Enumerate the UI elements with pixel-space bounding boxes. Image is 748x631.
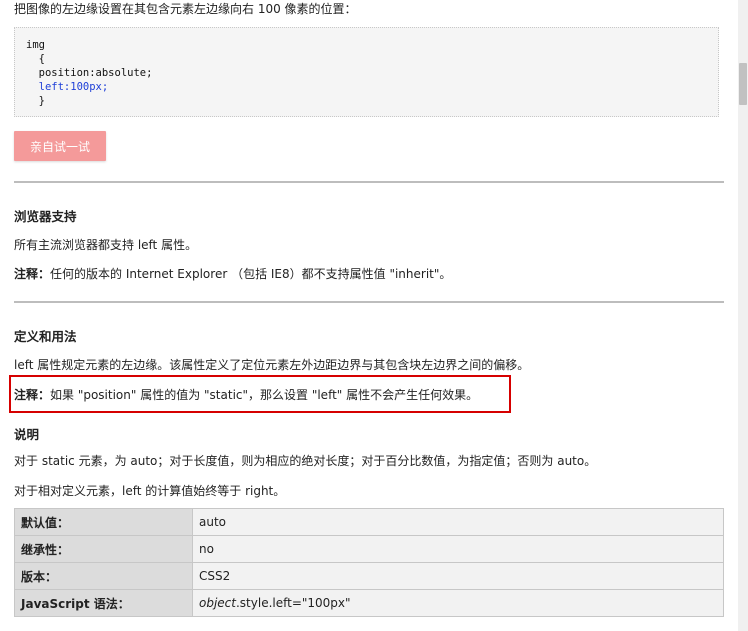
table-key: 继承性： [14,535,193,563]
note-label: 注释： [14,388,51,402]
code-line: img [26,39,45,51]
property-table: 默认值： auto 继承性： no 版本： CSS2 JavaScript 语法… [14,508,724,617]
table-key: 默认值： [14,508,193,536]
code-line: { [26,53,45,65]
code-example: img { position:absolute; left:100px; } [14,27,719,117]
intro-text: 把图像的左边缘设置在其包含元素左边缘向右 100 像素的位置： [14,2,357,16]
divider [14,181,724,183]
definition-note: 注释：如果 "position" 属性的值为 "static"，那么设置 "le… [14,386,478,403]
js-syntax-rest: .style.left="100px" [235,596,351,610]
js-object-keyword: object [199,596,236,610]
table-row: JavaScript 语法： object.style.left="100px" [14,589,724,617]
browser-support-heading: 浏览器支持 [14,209,77,224]
browser-support-note: 注释：任何的版本的 Internet Explorer （包括 IE8）都不支持… [14,265,451,282]
code-line: } [26,95,45,107]
definition-text: left 属性规定元素的左边缘。该属性定义了定位元素左外边距边界与其包含块左边界… [14,358,530,372]
page: 把图像的左边缘设置在其包含元素左边缘向右 100 像素的位置： img { po… [0,0,748,631]
note-text: 如果 "position" 属性的值为 "static"，那么设置 "left"… [50,388,479,402]
table-row: 版本： CSS2 [14,562,724,590]
divider [14,301,724,303]
table-value: no [192,535,724,563]
explanation-heading: 说明 [14,427,40,442]
table-value: auto [192,508,724,536]
browser-support-text: 所有主流浏览器都支持 left 属性。 [14,238,198,252]
table-row: 继承性： no [14,535,724,563]
try-it-button[interactable]: 亲自试一试 [14,131,106,161]
code-line: position:absolute; [26,67,153,79]
table-value: CSS2 [192,562,724,590]
explanation-text-1: 对于 static 元素，为 auto；对于长度值，则为相应的绝对长度；对于百分… [14,454,597,468]
note-text: 任何的版本的 Internet Explorer （包括 IE8）都不支持属性值… [50,267,452,281]
definition-heading: 定义和用法 [14,329,77,344]
table-value: object.style.left="100px" [192,589,724,617]
table-key: JavaScript 语法： [14,589,193,617]
note-label: 注释： [14,267,51,281]
table-row: 默认值： auto [14,508,724,536]
table-key: 版本： [14,562,193,590]
vertical-scrollbar[interactable] [738,0,748,631]
scrollbar-thumb[interactable] [739,63,747,105]
code-line-highlight: left:100px; [26,81,109,93]
explanation-text-2: 对于相对定义元素，left 的计算值始终等于 right。 [14,484,286,498]
